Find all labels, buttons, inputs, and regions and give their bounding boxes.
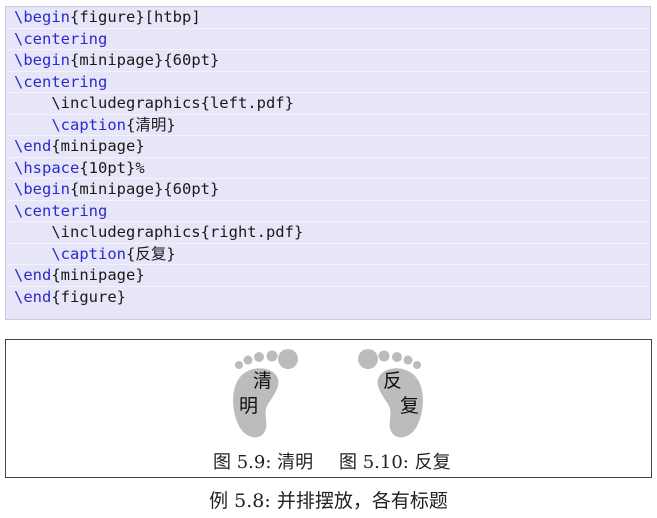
foot-char: 明 [239,395,259,417]
code-text: {minipage}{60pt} [70,180,220,198]
figure-frame: 清 明 反 复 图 5.9: 清明 图 5.10: 反复 [5,339,652,478]
code-keyword: \centering [14,72,108,91]
example-caption: 例 5.8: 并排摆放，各有标题 [209,490,448,512]
code-text: \includegraphics{left.pdf} [14,94,294,112]
left-foot-icon [233,349,298,438]
code-line: \begin{minipage}{60pt} [6,50,650,72]
code-keyword: \begin [14,51,70,69]
code-text: {清明} [125,115,176,134]
code-keyword: \centering [14,29,108,48]
foot-char: 复 [400,395,420,417]
code-keyword: \caption [14,244,126,263]
code-line: \caption{清明} [6,115,650,136]
code-line: \end{minipage} [6,136,650,158]
code-line: \centering [6,29,650,50]
code-keyword: \begin [14,8,70,26]
code-text: {反复} [125,244,176,263]
right-subfigure-caption: 图 5.10: 反复 [339,452,451,473]
code-text: {10pt}% [79,158,145,177]
code-text: \includegraphics{right.pdf} [14,223,304,241]
code-line: \hspace{10pt}% [6,158,650,179]
left-subfigure-caption: 图 5.9: 清明 [213,452,314,473]
code-text: {minipage} [51,266,145,284]
code-listing: \begin{figure}[htbp] \centering \begin{m… [5,6,651,320]
foot-char: 反 [383,370,403,392]
code-text: {figure} [51,287,126,306]
right-foot-icon [358,349,423,438]
code-line: \begin{figure}[htbp] [6,7,650,29]
foot-char: 清 [253,370,273,392]
code-keyword: \end [14,266,52,284]
right-footprint: 反 复 [356,348,436,440]
left-footprint: 清 明 [220,348,300,440]
code-keyword: \end [14,287,52,306]
code-line: \end{minipage} [6,265,650,287]
code-line: \includegraphics{left.pdf} [6,93,650,115]
code-line: \includegraphics{right.pdf} [6,222,650,244]
code-text: {figure}[htbp] [70,8,201,26]
code-keyword: \begin [14,180,70,198]
code-text: {minipage} [51,137,145,155]
code-line: \caption{反复} [6,244,650,265]
code-keyword: \caption [14,115,126,134]
code-line: \centering [6,201,650,222]
code-line: \end{figure} [6,287,650,309]
code-keyword: \hspace [14,158,80,177]
code-keyword: \centering [14,201,108,220]
code-line: \begin{minipage}{60pt} [6,179,650,201]
code-line: \centering [6,72,650,93]
code-keyword: \end [14,137,52,155]
code-text: {minipage}{60pt} [70,51,220,69]
